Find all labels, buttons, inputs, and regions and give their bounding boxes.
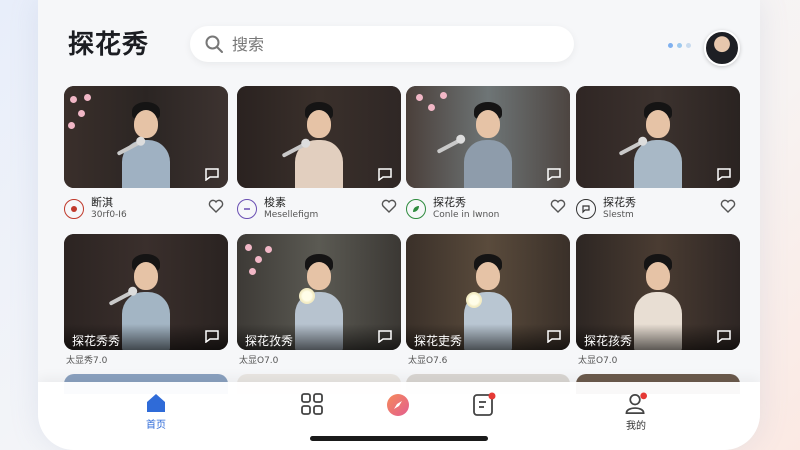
status-dot <box>668 43 673 48</box>
like-icon[interactable] <box>208 199 224 213</box>
video-thumbnail[interactable]: 探花孜秀 <box>237 234 401 350</box>
green-leaf-icon <box>406 199 426 219</box>
card-subtitle: Conle in Iwnon <box>433 210 500 220</box>
home-icon <box>147 394 165 412</box>
video-thumbnail[interactable] <box>406 86 570 188</box>
search-input[interactable] <box>232 34 552 54</box>
video-card[interactable]: 探花孩秀 太显O7.0 <box>576 234 740 366</box>
card-name: 探花秀 <box>433 196 466 209</box>
video-thumbnail[interactable]: 探花秀秀 <box>64 234 228 350</box>
red-badge-icon <box>64 199 84 219</box>
user-avatar[interactable] <box>704 30 740 66</box>
comment-icon <box>547 168 561 181</box>
video-caption: 太显秀7.0 <box>66 356 108 366</box>
video-card[interactable]: 断淇 30rf0-I6 <box>64 86 228 224</box>
home-indicator <box>310 436 488 441</box>
compass-icon <box>387 394 409 416</box>
tab-profile[interactable]: 我的 <box>616 392 656 432</box>
card-name: 探花秀 <box>603 196 636 209</box>
comment-icon <box>717 330 731 343</box>
tab-grid[interactable] <box>292 392 332 432</box>
like-icon[interactable] <box>720 199 736 213</box>
app-title: 探花秀 <box>68 30 150 60</box>
status-dot <box>677 43 682 48</box>
video-thumbnail[interactable] <box>237 86 401 188</box>
video-thumbnail[interactable] <box>576 86 740 188</box>
video-thumbnail[interactable]: 探花孩秀 <box>576 234 740 350</box>
comment-icon <box>378 168 392 181</box>
list-notification-icon <box>473 392 496 416</box>
tab-label: 首页 <box>146 420 166 431</box>
comment-icon <box>717 168 731 181</box>
status-dots <box>668 43 691 48</box>
purple-chat-icon <box>237 199 257 219</box>
tab-discover[interactable] <box>378 392 418 432</box>
card-subtitle: Slestm <box>603 210 634 220</box>
video-caption: 太显O7.0 <box>239 356 279 366</box>
video-thumbnail[interactable]: 探花吏秀 <box>406 234 570 350</box>
like-icon[interactable] <box>381 199 397 213</box>
dark-chat-icon <box>576 199 596 219</box>
video-card[interactable]: 探花秀 Slestm <box>576 86 740 224</box>
video-card[interactable]: 探花秀秀 太显秀7.0 <box>64 234 228 366</box>
video-card[interactable]: 探花吏秀 太显O7.6 <box>406 234 570 366</box>
grid-icon <box>301 393 323 415</box>
tab-home[interactable]: 首页 <box>136 392 176 432</box>
tab-messages[interactable] <box>464 392 504 432</box>
comment-icon <box>547 330 561 343</box>
like-icon[interactable] <box>550 199 566 213</box>
card-subtitle: 30rf0-I6 <box>91 210 127 220</box>
video-card[interactable]: 梭素 Mesellefigm <box>237 86 401 224</box>
card-name: 梭素 <box>264 196 286 209</box>
profile-icon <box>625 392 648 414</box>
app-window: 探花秀 断淇 30rf0-I6 <box>38 0 760 450</box>
tab-label: 我的 <box>626 421 646 432</box>
comment-icon <box>378 330 392 343</box>
search-bar[interactable] <box>190 26 574 62</box>
search-icon <box>205 35 223 53</box>
card-name: 断淇 <box>91 196 113 209</box>
performer-figure <box>464 102 512 188</box>
comment-icon <box>205 168 219 181</box>
video-caption: 太显O7.0 <box>578 356 618 366</box>
video-card[interactable]: 探花孜秀 太显O7.0 <box>237 234 401 366</box>
video-caption: 太显O7.6 <box>408 356 448 366</box>
comment-icon <box>205 330 219 343</box>
video-card[interactable]: 探花秀 Conle in Iwnon <box>406 86 570 224</box>
card-subtitle: Mesellefigm <box>264 210 319 220</box>
video-thumbnail[interactable] <box>64 86 228 188</box>
status-dot <box>686 43 691 48</box>
